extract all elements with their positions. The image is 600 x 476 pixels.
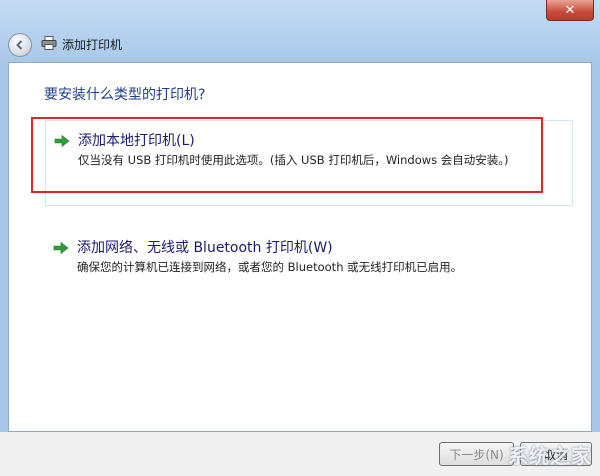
title-bar: ✕ 添加打印机 [0,0,600,62]
printer-icon [41,36,57,50]
green-arrow-icon [54,134,70,148]
back-button[interactable] [8,33,32,57]
option-local-description: 仅当没有 USB 打印机时使用此选项。(插入 USB 打印机后，Windows … [78,153,509,167]
bottom-button-bar: 下一步(N) 取消 系统之家 [0,432,600,476]
watermark-logo: 系统之家 [508,444,592,468]
option-network-description: 确保您的计算机已连接到网络，或者您的 Bluetooth 或无线打印机已启用。 [77,260,463,274]
next-button[interactable]: 下一步(N) [439,442,514,466]
option-local-title: 添加本地打印机(L) [78,133,195,149]
close-button[interactable]: ✕ [546,0,594,21]
back-arrow-icon [16,40,23,50]
option-add-local-printer[interactable]: 添加本地打印机(L) 仅当没有 USB 打印机时使用此选项。(插入 USB 打印… [45,120,573,206]
content-pane: 要安装什么类型的打印机? 添加本地打印机(L) 仅当没有 USB 打印机时使用此… [8,62,592,432]
close-icon: ✕ [564,2,576,18]
option-add-network-printer[interactable]: 添加网络、无线或 Bluetooth 打印机(W) 确保您的计算机已连接到网络，… [45,231,573,281]
green-arrow-icon [53,241,69,255]
page-question: 要安装什么类型的打印机? [44,87,206,103]
option-network-title: 添加网络、无线或 Bluetooth 打印机(W) [77,240,333,256]
add-printer-window: ✕ 添加打印机 要安装什么类型的打印机? 添加本地打印机(L) 仅当没有 USB… [0,0,600,476]
window-title: 添加打印机 [62,38,123,52]
